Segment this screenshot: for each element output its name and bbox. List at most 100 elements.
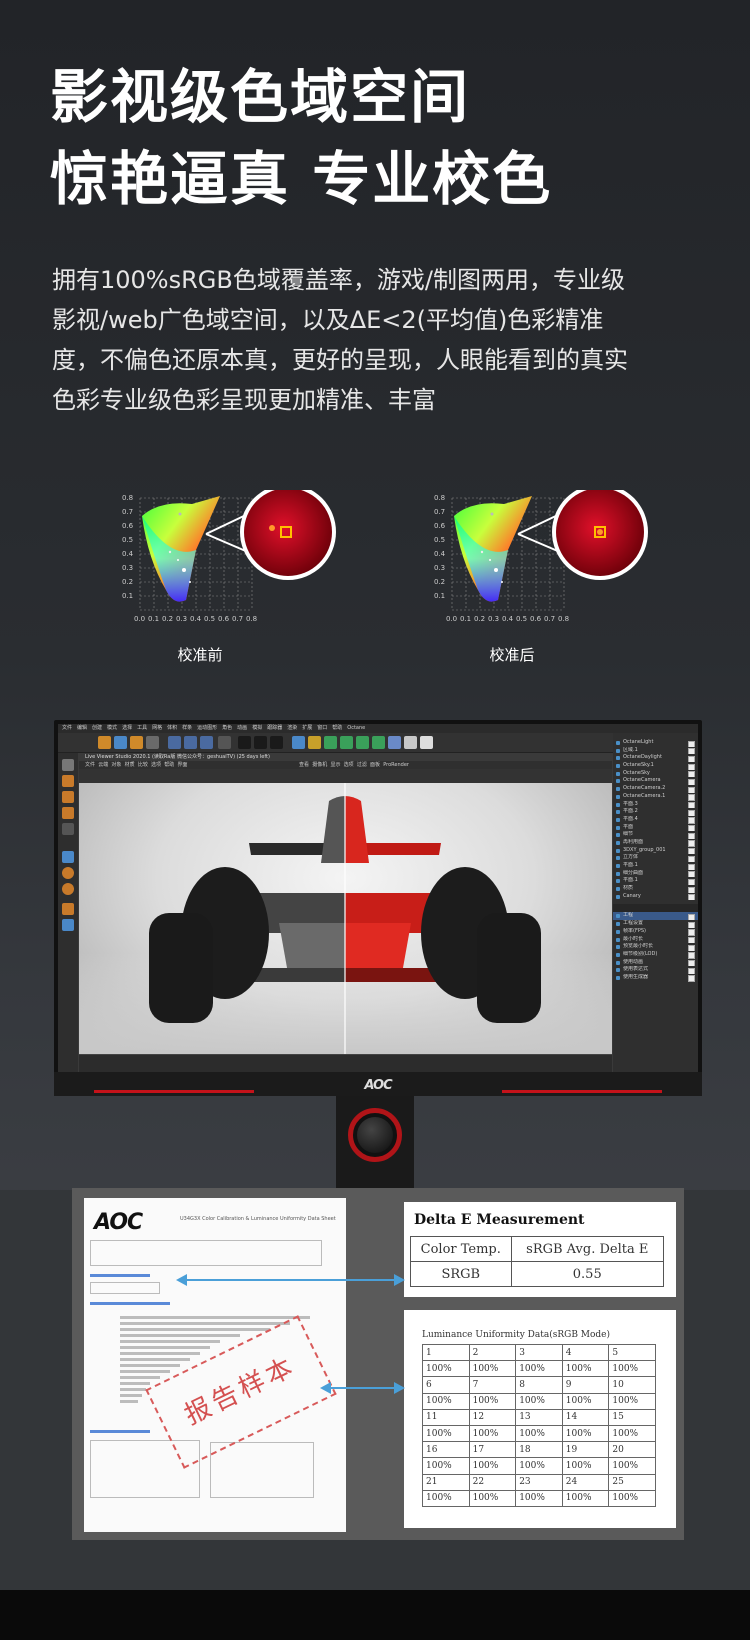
scene-object[interactable]: OctaneSky.1	[613, 762, 698, 770]
scene-object[interactable]: 3DXY_group_001	[613, 847, 698, 855]
scene-object[interactable]: OctaneCamera.1	[613, 793, 698, 801]
render-settings-icon[interactable]	[270, 736, 283, 749]
attribute-row[interactable]: 工程设置	[613, 920, 698, 928]
attribute-row[interactable]: 使用生成器	[613, 974, 698, 982]
menu-item[interactable]: 渲染	[287, 725, 297, 731]
menu-item[interactable]: Octane	[347, 725, 365, 731]
viewport-tab[interactable]: 选项	[344, 762, 354, 768]
x-tick: 0.7	[232, 615, 243, 623]
menu-item[interactable]: 动画	[237, 725, 247, 731]
viewer-menu-item[interactable]: 文件	[85, 762, 95, 768]
menu-item[interactable]: 模拟	[252, 725, 262, 731]
polygons-icon[interactable]	[62, 807, 74, 819]
viewer-menu-item[interactable]: 对象	[111, 762, 121, 768]
scene-object[interactable]: Canary	[613, 893, 698, 901]
snap-icon[interactable]	[62, 851, 74, 863]
workplane-icon[interactable]	[62, 919, 74, 931]
tool-icon[interactable]	[98, 736, 111, 749]
deformer-icon[interactable]	[356, 736, 369, 749]
viewport-tab[interactable]: 显示	[330, 762, 340, 768]
array-icon[interactable]	[340, 736, 353, 749]
rotate-icon[interactable]	[146, 736, 159, 749]
attribute-row[interactable]: 帧率(FPS)	[613, 928, 698, 936]
coord-icon[interactable]	[218, 736, 231, 749]
menu-item[interactable]: 网格	[152, 725, 162, 731]
coin-icon[interactable]	[62, 883, 74, 895]
cube-icon[interactable]	[292, 736, 305, 749]
mode-icon[interactable]	[62, 759, 74, 771]
scene-object[interactable]: OctaneLight	[613, 739, 698, 747]
menu-item[interactable]: 样条	[182, 725, 192, 731]
coin-icon[interactable]	[62, 867, 74, 879]
viewport-tab[interactable]: 摄像机	[312, 762, 327, 768]
viewer-menu-item[interactable]: 选项	[151, 762, 161, 768]
edges-icon[interactable]	[62, 791, 74, 803]
scene-object[interactable]: 材质	[613, 885, 698, 893]
scene-object[interactable]: OctaneSky	[613, 770, 698, 778]
menu-item[interactable]: 角色	[222, 725, 232, 731]
scene-object[interactable]: OctaneCamera	[613, 777, 698, 786]
menu-item[interactable]: 帮助	[332, 725, 342, 731]
scene-object[interactable]: 细节	[613, 831, 698, 839]
timeline[interactable]	[79, 1054, 612, 1072]
move-icon[interactable]	[114, 736, 127, 749]
y-axis-icon[interactable]	[184, 736, 197, 749]
luminance-panel: Luminance Uniformity Data(sRGB Mode) 123…	[404, 1310, 676, 1528]
z-axis-icon[interactable]	[200, 736, 213, 749]
doc-uniformity-table	[210, 1442, 314, 1498]
viewport-tab[interactable]: 查看	[299, 762, 309, 768]
scene-object[interactable]: 平面	[613, 824, 698, 832]
render-viewport[interactable]	[79, 783, 612, 1054]
subdivide-icon[interactable]	[324, 736, 337, 749]
scene-object[interactable]: 平面.1	[613, 862, 698, 870]
axis-icon[interactable]	[62, 823, 74, 835]
menu-item[interactable]: 选择	[122, 725, 132, 731]
x-axis-icon[interactable]	[168, 736, 181, 749]
viewport-tab[interactable]: ProRender	[383, 762, 409, 768]
scene-object[interactable]: 立方体	[613, 854, 698, 862]
scene-object[interactable]: 平面.3	[613, 801, 698, 809]
field-icon[interactable]	[372, 736, 385, 749]
scene-object[interactable]: 平面.2	[613, 808, 698, 816]
brush-icon[interactable]	[62, 903, 74, 915]
scene-object[interactable]: 平面.1	[613, 877, 698, 886]
scene-object[interactable]: 再利用面	[613, 839, 698, 847]
light-icon[interactable]	[420, 736, 433, 749]
menu-item[interactable]: 编辑	[77, 725, 87, 731]
menu-item[interactable]: 跟踪器	[267, 725, 282, 731]
menu-item[interactable]: 运动图形	[197, 725, 217, 731]
viewer-menu-item[interactable]: 界面	[177, 762, 187, 768]
attribute-row[interactable]: 最小时长	[613, 936, 698, 944]
attribute-row[interactable]: 细节级别(LOD)	[613, 951, 698, 959]
scene-object[interactable]: 平面.4	[613, 816, 698, 824]
scene-object[interactable]: 细分曲面	[613, 870, 698, 878]
menu-item[interactable]: 工具	[137, 725, 147, 731]
attribute-row[interactable]: 工程	[613, 912, 698, 921]
scene-object[interactable]: 区域.1	[613, 747, 698, 755]
viewer-menu-item[interactable]: 比较	[138, 762, 148, 768]
camera-icon[interactable]	[404, 736, 417, 749]
menu-item[interactable]: 创建	[92, 725, 102, 731]
headline-line-1: 影视级色域空间	[50, 63, 471, 131]
menu-item[interactable]: 模式	[107, 725, 117, 731]
menu-item[interactable]: 文件	[62, 725, 72, 731]
menu-item[interactable]: 窗口	[317, 725, 327, 731]
attribute-row[interactable]: 使用动画	[613, 959, 698, 967]
viewer-menu-item[interactable]: 云端	[98, 762, 108, 768]
viewer-menu-item[interactable]: 材质	[125, 762, 135, 768]
viewport-tab[interactable]: 过滤	[357, 762, 367, 768]
render-icon[interactable]	[238, 736, 251, 749]
viewport-tab[interactable]: 面板	[370, 762, 380, 768]
attribute-row[interactable]: 使用表达式	[613, 966, 698, 974]
scene-object[interactable]: OctaneDaylight	[613, 754, 698, 763]
menu-item[interactable]: 扩展	[302, 725, 312, 731]
attribute-row[interactable]: 预览最小时长	[613, 943, 698, 951]
scene-icon[interactable]	[388, 736, 401, 749]
pen-icon[interactable]	[308, 736, 321, 749]
scene-object[interactable]: OctaneCamera.2	[613, 785, 698, 793]
scale-icon[interactable]	[130, 736, 143, 749]
points-icon[interactable]	[62, 775, 74, 787]
render-view-icon[interactable]	[254, 736, 267, 749]
menu-item[interactable]: 体积	[167, 725, 177, 731]
viewer-menu-item[interactable]: 帮助	[164, 762, 174, 768]
